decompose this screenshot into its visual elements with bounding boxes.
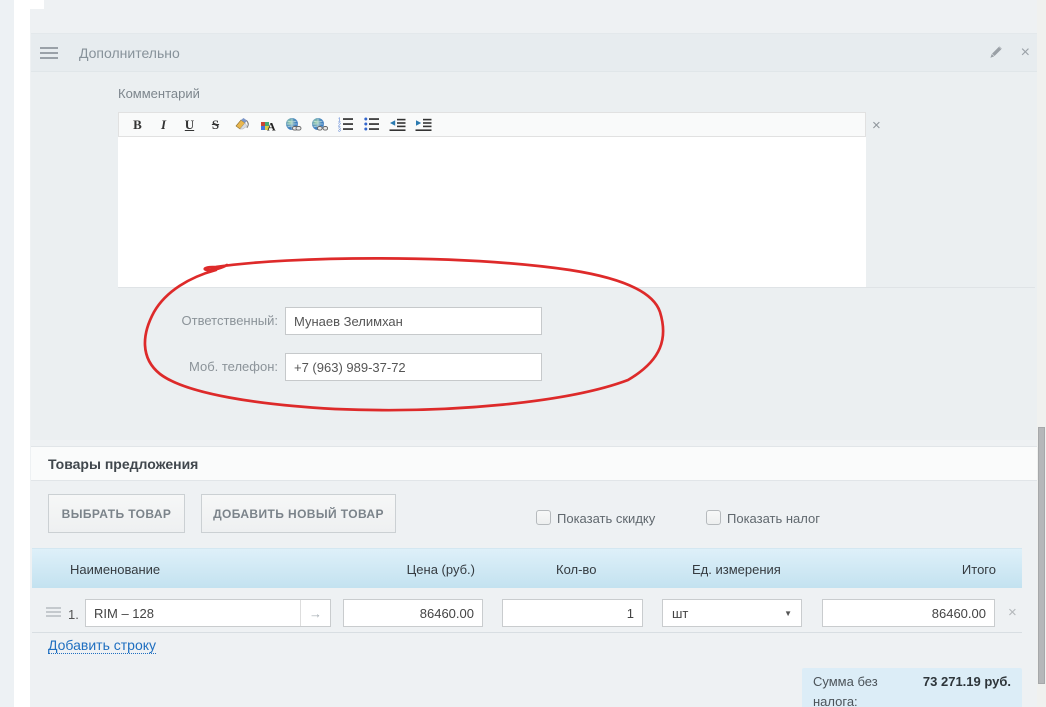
editor-bottom-divider <box>118 287 1035 288</box>
comment-rich-text-editor: B I U S A <box>118 112 866 287</box>
comment-field-label: Комментарий <box>118 86 200 101</box>
insert-link-icon[interactable] <box>285 116 302 134</box>
main-content: Дополнительно × Комментарий B I U S <box>30 0 1037 707</box>
text-color-icon[interactable]: A <box>259 116 276 134</box>
edit-pencil-icon[interactable] <box>987 45 1003 66</box>
sum-without-tax-value: 73 271.19 руб. <box>920 672 1011 692</box>
section-drag-handle-icon[interactable] <box>40 47 58 59</box>
scrollbar-thumb[interactable] <box>1038 427 1045 684</box>
sum-without-tax-label: Сумма без налога: <box>813 672 920 707</box>
page: Дополнительно × Комментарий B I U S <box>0 0 1046 707</box>
comment-remove-icon[interactable]: × <box>872 117 881 134</box>
column-header-total: Итого <box>824 549 997 589</box>
unordered-list-icon[interactable] <box>363 116 380 134</box>
unit-select-value: шт <box>672 606 688 621</box>
svg-text:A: A <box>267 119 276 133</box>
comment-editor-content[interactable] <box>118 137 866 287</box>
left-margin-strip <box>0 0 14 707</box>
sum-without-tax-row: Сумма без налога: 73 271.19 руб. <box>813 672 1011 707</box>
quantity-input[interactable] <box>502 599 643 627</box>
responsible-field-label: Ответственный: <box>60 313 278 328</box>
svg-text:3: 3 <box>338 128 341 133</box>
column-header-price: Цена (руб.) <box>345 549 485 589</box>
bold-icon[interactable]: B <box>129 116 146 134</box>
ordered-list-icon[interactable]: 1 2 3 <box>337 116 354 134</box>
editor-toolbar: B I U S A <box>118 112 866 137</box>
show-discount-checkbox[interactable] <box>536 510 551 525</box>
price-input[interactable] <box>343 599 483 627</box>
text-background-color-icon[interactable] <box>233 116 250 134</box>
additional-panel-title: Дополнительно <box>79 45 180 61</box>
add-row-link[interactable]: Добавить строку <box>48 637 156 654</box>
row-drag-handle-icon[interactable] <box>46 607 61 617</box>
show-tax-checkbox[interactable] <box>706 510 721 525</box>
outdent-icon[interactable] <box>389 116 406 134</box>
underline-icon[interactable]: U <box>181 116 198 134</box>
strikethrough-icon[interactable]: S <box>207 116 224 134</box>
mobile-phone-field-label: Моб. телефон: <box>60 359 278 374</box>
column-header-quantity: Кол-во <box>556 549 596 589</box>
additional-panel-header: Дополнительно × <box>31 33 1037 72</box>
scrollbar-track[interactable] <box>1037 0 1046 707</box>
products-panel-header: Товары предложения <box>31 446 1037 481</box>
select-product-button[interactable]: ВЫБРАТЬ ТОВАР <box>48 494 185 533</box>
panel-close-icon[interactable]: × <box>1021 43 1030 63</box>
remove-link-icon[interactable] <box>311 116 328 134</box>
total-input[interactable] <box>822 599 995 627</box>
product-name-input[interactable] <box>86 600 300 626</box>
unit-select[interactable]: шт ▼ <box>662 599 802 627</box>
row-index: 1. <box>68 607 79 622</box>
italic-icon[interactable]: I <box>155 116 172 134</box>
totals-summary: Сумма без налога: 73 271.19 руб. Сумма н… <box>802 668 1022 707</box>
indent-icon[interactable] <box>415 116 432 134</box>
column-header-name: Наименование <box>70 549 160 589</box>
open-product-arrow-icon[interactable]: → <box>300 600 330 626</box>
product-name-field: → <box>85 599 331 627</box>
white-gutter <box>14 0 30 707</box>
products-table-header: Наименование Цена (руб.) Кол-во Ед. изме… <box>32 548 1022 588</box>
products-panel-title: Товары предложения <box>48 456 198 472</box>
show-discount-label[interactable]: Показать скидку <box>557 511 655 526</box>
show-tax-label[interactable]: Показать налог <box>727 511 820 526</box>
chevron-down-icon: ▼ <box>784 609 792 618</box>
responsible-input[interactable] <box>285 307 542 335</box>
row-divider <box>32 632 1022 633</box>
remove-row-icon[interactable]: × <box>1008 604 1017 621</box>
mobile-phone-input[interactable] <box>285 353 542 381</box>
add-new-product-button[interactable]: ДОБАВИТЬ НОВЫЙ ТОВАР <box>201 494 396 533</box>
top-white-notch <box>30 0 44 9</box>
column-header-unit: Ед. измерения <box>692 549 781 589</box>
